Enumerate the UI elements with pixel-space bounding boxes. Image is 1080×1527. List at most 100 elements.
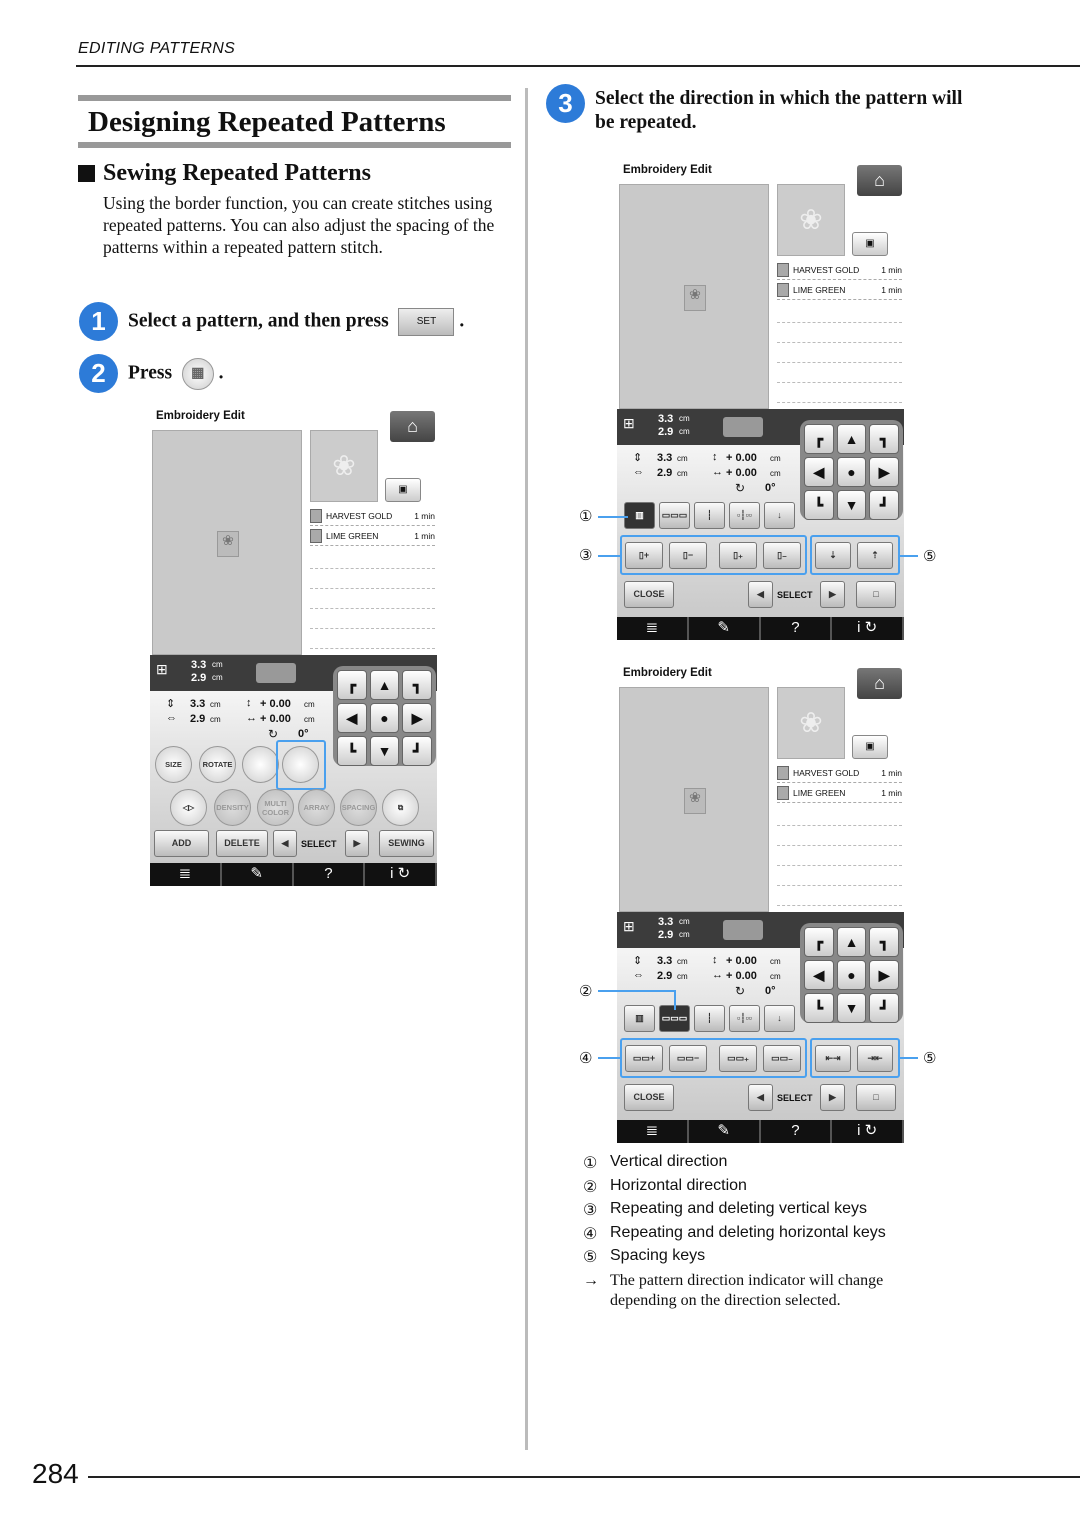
move-key-6[interactable]: ┗ [804, 490, 834, 520]
select-next-button[interactable]: ▶ [820, 1084, 845, 1111]
settings-button[interactable]: ≣ [617, 1120, 689, 1143]
move-key-4[interactable]: ● [836, 457, 867, 487]
thread-color-row: HARVEST GOLD 1 min [777, 763, 902, 783]
move-key-8[interactable]: ┛ [869, 993, 899, 1023]
pattern-preview[interactable]: ❀ [217, 531, 239, 557]
select-prev-button[interactable]: ◀ [748, 1084, 773, 1111]
horizontal-center-key[interactable]: ▫┆▫▫ [729, 502, 760, 529]
frame-display-button[interactable]: ▣ [852, 232, 888, 256]
select-prev-button[interactable]: ◀ [273, 830, 297, 857]
select-next-button[interactable]: ▶ [345, 830, 369, 857]
density-button[interactable]: DENSITY [214, 789, 251, 826]
move-key-2[interactable]: ┓ [869, 424, 899, 454]
move-key-0[interactable]: ┏ [337, 670, 367, 700]
frame-display-button[interactable]: ▣ [852, 735, 888, 759]
move-key-5[interactable]: ▶ [402, 703, 432, 733]
move-key-5[interactable]: ▶ [869, 457, 899, 487]
move-key-1[interactable]: ▲ [836, 424, 867, 454]
sewing-machine-button[interactable]: ✎ [222, 863, 294, 886]
rotation-value: 0° [765, 482, 776, 494]
close-button[interactable]: CLOSE [624, 581, 674, 608]
array-button[interactable]: ARRAY [298, 789, 335, 826]
thread-name: LIME GREEN [326, 530, 379, 541]
move-key-2[interactable]: ┓ [869, 927, 899, 957]
stitch-outline-button[interactable]: □ [856, 581, 896, 608]
settings-button[interactable]: ≣ [150, 863, 222, 886]
vertical-center-key[interactable]: ┆ [694, 1005, 725, 1032]
frame-display-button[interactable]: ▣ [385, 478, 421, 502]
move-key-4[interactable]: ● [836, 960, 867, 990]
close-button[interactable]: CLOSE [624, 1084, 674, 1111]
help-button[interactable]: ? [294, 863, 366, 886]
move-key-6[interactable]: ┗ [804, 993, 834, 1023]
vertical-direction-key[interactable]: ▥ [624, 502, 655, 529]
offset-value: + 0.00 [260, 713, 291, 725]
home-button[interactable]: ⌂ [857, 165, 902, 196]
move-key-7[interactable]: ▼ [836, 490, 867, 520]
unit: cm [304, 715, 315, 724]
vertical-center-key[interactable]: ┆ [694, 502, 725, 529]
move-key-7[interactable]: ▼ [369, 736, 400, 766]
move-key-8[interactable]: ┛ [869, 490, 899, 520]
multicolor-button[interactable]: MULTI COLOR [257, 789, 294, 826]
delete-button[interactable]: DELETE [216, 830, 268, 857]
move-key-5[interactable]: ▶ [869, 960, 899, 990]
help-button[interactable]: ? [761, 1120, 833, 1143]
move-key-1[interactable]: ▲ [369, 670, 400, 700]
legend-text: The pattern direction indicator will cha… [610, 1271, 884, 1309]
unit: cm [210, 715, 221, 724]
move-key-3[interactable]: ◀ [337, 703, 367, 733]
move-key-0[interactable]: ┏ [804, 424, 834, 454]
vertical-direction-key[interactable]: ▥ [624, 1005, 655, 1032]
info-button[interactable]: i ↻ [832, 617, 904, 640]
move-key-3[interactable]: ◀ [804, 457, 834, 487]
move-key-1[interactable]: ▲ [836, 927, 867, 957]
move-key-7[interactable]: ▼ [836, 993, 867, 1023]
legend-text: Repeating and deleting horizontal keys [610, 1223, 886, 1241]
move-key-3[interactable]: ◀ [804, 960, 834, 990]
empty-color-row [310, 568, 435, 569]
stitch-outline-button[interactable]: □ [856, 1084, 896, 1111]
thread-name: HARVEST GOLD [793, 264, 860, 275]
start-point-key[interactable]: ↓ [764, 1005, 795, 1032]
horizontal-direction-key[interactable]: ▭▭▭ [659, 502, 690, 529]
info-button[interactable]: i ↻ [832, 1120, 904, 1143]
move-key-8[interactable]: ┛ [402, 736, 432, 766]
sewing-machine-button[interactable]: ✎ [689, 617, 761, 640]
size-value: 3.3 [657, 955, 673, 967]
info-button[interactable]: i ↻ [365, 863, 437, 886]
border-icon: ▦ [181, 357, 214, 390]
move-key-0[interactable]: ┏ [804, 927, 834, 957]
home-button[interactable]: ⌂ [857, 668, 902, 699]
section-title-box: Designing Repeated Patterns [78, 95, 511, 148]
add-button[interactable]: ADD [154, 830, 209, 857]
group-button[interactable] [242, 746, 279, 783]
sewing-machine-button[interactable]: ✎ [689, 1120, 761, 1143]
bar-height: 3.3 [658, 916, 674, 928]
size-button[interactable]: SIZE [155, 746, 192, 783]
unit: cm [677, 454, 688, 463]
home-button[interactable]: ⌂ [390, 411, 435, 442]
spacing-button[interactable]: SPACING [340, 789, 377, 826]
select-prev-button[interactable]: ◀ [748, 581, 773, 608]
sewing-button[interactable]: SEWING [379, 830, 434, 857]
move-key-4[interactable]: ● [369, 703, 400, 733]
height-icon: ⇕ [633, 452, 643, 464]
thread-time: 1 min [881, 787, 902, 798]
select-next-button[interactable]: ▶ [820, 581, 845, 608]
pattern-preview[interactable]: ❀ [684, 788, 706, 814]
duplicate-button[interactable]: ⧉ [382, 789, 419, 826]
help-button[interactable]: ? [761, 617, 833, 640]
size-value: 2.9 [190, 713, 206, 725]
settings-button[interactable]: ≣ [617, 617, 689, 640]
rotate-button[interactable]: ROTATE [199, 746, 236, 783]
horizontal-center-key[interactable]: ▫┆▫▫ [729, 1005, 760, 1032]
move-key-2[interactable]: ┓ [402, 670, 432, 700]
repeat-keys-box [620, 535, 807, 575]
mirror-button[interactable]: ◁▷ [170, 789, 207, 826]
step-1: 1 Select a pattern, and then press SET . [79, 302, 464, 341]
move-key-6[interactable]: ┗ [337, 736, 367, 766]
pattern-preview[interactable]: ❀ [684, 285, 706, 311]
callout-4: ④ [579, 1050, 593, 1067]
start-point-key[interactable]: ↓ [764, 502, 795, 529]
